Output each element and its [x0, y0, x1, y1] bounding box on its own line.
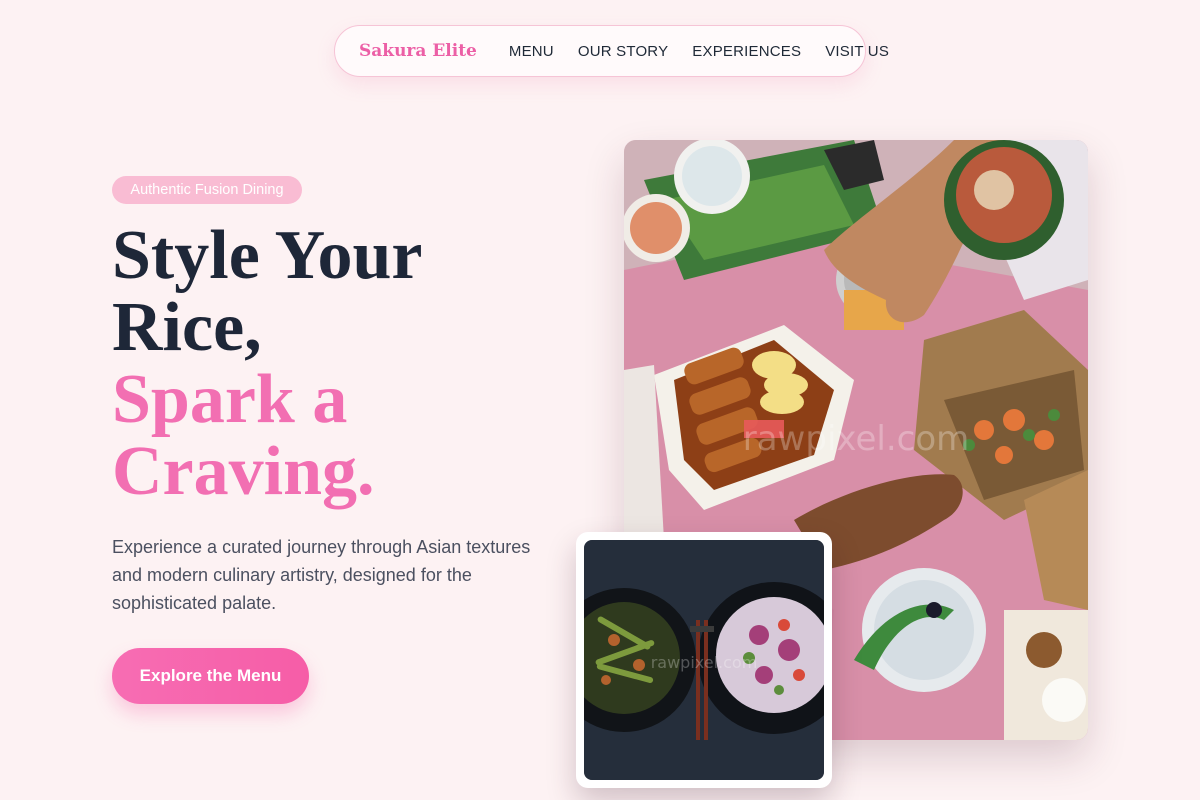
headline-line-4: Craving.	[112, 433, 375, 510]
category-badge: Authentic Fusion Dining	[112, 176, 302, 204]
page: Sakura Elite MENU OUR STORY EXPERIENCES …	[0, 0, 1200, 800]
inset-photo-watermark: rawpixel.com	[651, 653, 758, 672]
headline-line-2: Rice,	[112, 289, 262, 366]
headline-line-1: Style Your	[112, 217, 423, 294]
inset-photo-card: rawpixel.com	[576, 532, 832, 788]
inset-photo: rawpixel.com	[584, 540, 824, 780]
hero-description: Experience a curated journey through Asi…	[112, 537, 531, 613]
main-photo-watermark: rawpixel.com	[743, 419, 970, 459]
bowls-illustration: rawpixel.com	[584, 540, 824, 780]
nav-link-our-story[interactable]: OUR STORY	[578, 43, 668, 60]
headline-line-3: Spark a	[112, 361, 348, 438]
top-navigation: Sakura Elite MENU OUR STORY EXPERIENCES …	[334, 25, 889, 77]
nav-link-experiences[interactable]: EXPERIENCES	[692, 43, 801, 60]
brand-logo[interactable]: Sakura Elite	[359, 41, 477, 61]
hero-headline: Style Your Rice, Spark a Craving.	[112, 220, 582, 508]
explore-menu-button[interactable]: Explore the Menu	[112, 648, 309, 704]
nav-links: MENU OUR STORY EXPERIENCES VISIT US	[509, 43, 889, 60]
nav-link-menu[interactable]: MENU	[509, 43, 554, 60]
nav-link-visit-us[interactable]: VISIT US	[825, 43, 889, 60]
category-badge-label: Authentic Fusion Dining	[130, 182, 284, 198]
